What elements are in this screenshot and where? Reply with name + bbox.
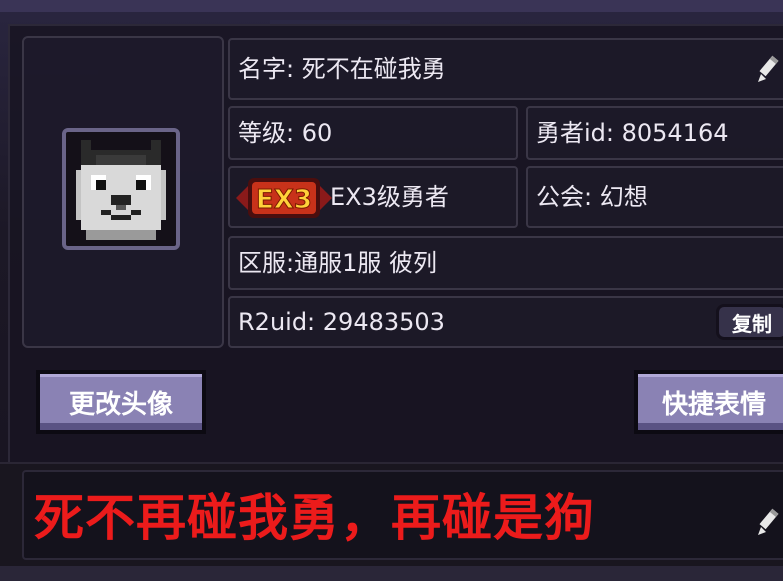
name-field: 名字: 死不在碰我勇: [228, 38, 783, 100]
top-strip: [0, 0, 783, 12]
server-field: 区服:通服1服 彼列: [228, 236, 783, 290]
motto-text: 死不再碰我勇，再碰是狗: [34, 489, 595, 547]
copy-uid-button[interactable]: 复制: [716, 304, 783, 340]
rank-label: EX3级勇者: [330, 183, 449, 211]
quick-emote-button[interactable]: 快捷表情: [634, 370, 783, 434]
server-label: 区服:通服1服 彼列: [238, 249, 437, 277]
change-avatar-button[interactable]: 更改头像: [36, 370, 206, 434]
guild-field: 公会: 幻想: [526, 166, 783, 228]
avatar[interactable]: [62, 128, 180, 250]
bottom-strip: [0, 566, 783, 581]
pencil-icon[interactable]: [756, 54, 782, 84]
ex-rank-badge-icon: EX3: [236, 178, 332, 218]
guild-label: 公会: 幻想: [536, 183, 648, 211]
rank-badge-text: EX3: [256, 185, 312, 215]
pixel-dog-avatar-icon: [76, 140, 166, 240]
uid-field: R2uid: 29483503: [228, 296, 783, 348]
hero-id-label: 勇者id: 8054164: [536, 119, 729, 147]
level-label: 等级: 60: [238, 119, 333, 147]
name-label: 名字: 死不在碰我勇: [238, 55, 446, 83]
hero-id-field: 勇者id: 8054164: [526, 106, 783, 160]
pencil-icon[interactable]: [756, 506, 782, 538]
level-field: 等级: 60: [228, 106, 518, 160]
uid-label: R2uid: 29483503: [238, 308, 445, 336]
